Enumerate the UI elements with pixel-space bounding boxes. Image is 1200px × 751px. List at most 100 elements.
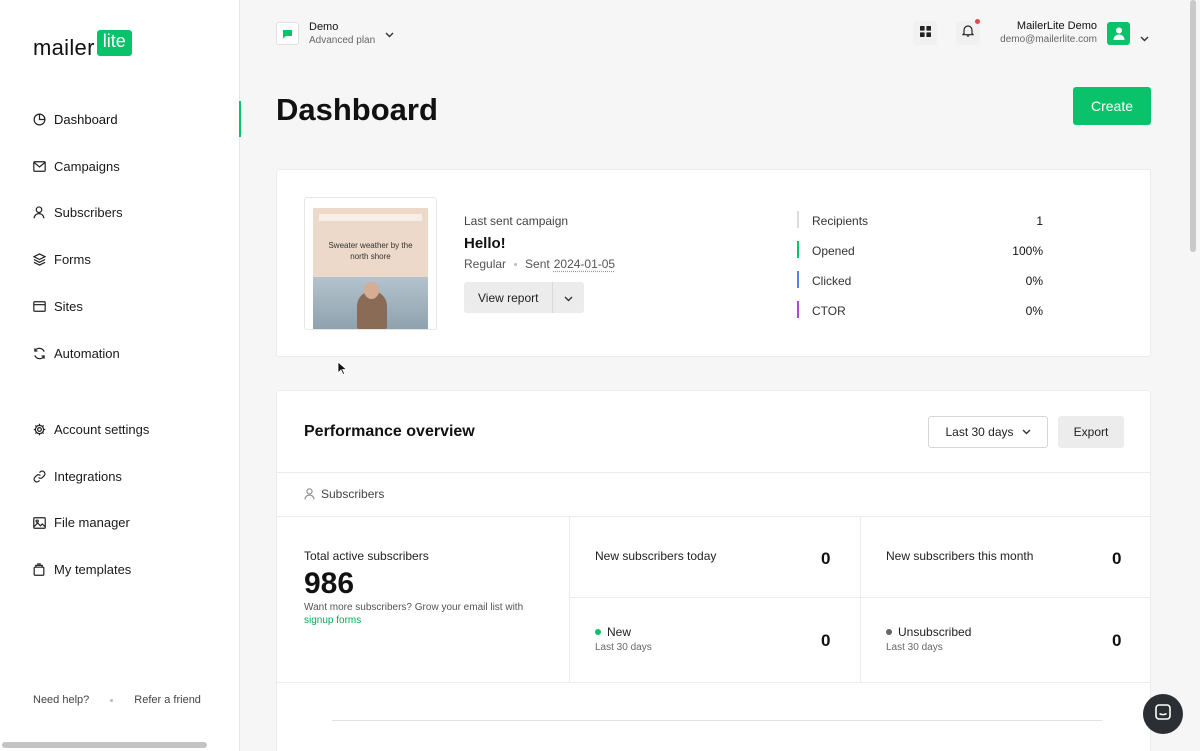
total-subscribers-label: Total active subscribers (304, 549, 429, 563)
layers-icon (32, 253, 46, 267)
grid-icon (920, 24, 931, 42)
user-name: MailerLite Demo (1000, 20, 1097, 32)
column-divider (860, 517, 861, 682)
sidebar-item-sites[interactable]: Sites (0, 283, 240, 330)
hint-text: Want more subscribers? Grow your email l… (304, 602, 523, 613)
new-month-value: 0 (1112, 549, 1121, 569)
sidebar-item-forms[interactable]: Forms (0, 236, 240, 283)
sidebar-item-label: Account settings (54, 422, 149, 437)
campaign-stats: Recipients 1 Opened 100% Clicked 0% CTOR… (797, 206, 1043, 326)
vertical-scrollbar[interactable] (1190, 0, 1196, 252)
view-report-button[interactable]: View report (464, 282, 552, 313)
new-value: 0 (821, 631, 830, 651)
stat-clicked: Clicked 0% (797, 266, 1043, 296)
sidebar-footer: Need help? Refer a friend (33, 694, 201, 706)
sidebar-item-integrations[interactable]: Integrations (0, 453, 240, 500)
refresh-icon (32, 346, 46, 360)
campaign-type: Regular (464, 257, 506, 271)
signup-forms-link[interactable]: signup forms (304, 615, 361, 626)
avatar[interactable] (1107, 22, 1130, 45)
stat-name: Opened (812, 244, 855, 258)
account-switcher[interactable]: Demo Advanced plan (276, 21, 394, 46)
horizontal-scrollbar[interactable] (2, 742, 207, 748)
performance-overview-card: Performance overview Last 30 days Export… (276, 390, 1151, 751)
sidebar-item-my-templates[interactable]: My templates (0, 546, 240, 593)
date-range-value: Last 30 days (945, 425, 1013, 439)
new-today-label: New subscribers today (595, 549, 716, 563)
total-subscribers-value: 986 (304, 567, 354, 601)
notification-dot (975, 19, 980, 24)
primary-nav: Dashboard Campaigns Subscribers Forms Si… (0, 96, 240, 377)
view-report-group: View report (464, 282, 584, 313)
footer-separator (110, 699, 113, 702)
new-status-dot (595, 629, 601, 635)
stat-color-bar (797, 271, 799, 288)
sidebar-item-subscribers[interactable]: Subscribers (0, 190, 240, 237)
campaign-thumbnail[interactable]: Sweater weather by the north shore (304, 197, 437, 330)
stat-name: CTOR (812, 304, 846, 318)
stat-color-bar (797, 301, 799, 318)
sidebar-item-file-manager[interactable]: File manager (0, 500, 240, 547)
thumbnail-person-head (364, 282, 379, 299)
sidebar-item-label: Integrations (54, 469, 122, 484)
sidebar-item-account-settings[interactable]: Account settings (0, 406, 240, 453)
stat-ctor: CTOR 0% (797, 296, 1043, 326)
stat-value: 100% (1012, 244, 1043, 258)
stat-color-bar (797, 211, 799, 228)
mouse-cursor (337, 361, 347, 380)
refer-friend-link[interactable]: Refer a friend (134, 694, 201, 706)
link-icon (32, 469, 46, 483)
tab-subscribers[interactable]: Subscribers (304, 487, 384, 501)
chat-icon (1154, 703, 1172, 726)
logo-badge: lite (97, 30, 132, 56)
campaign-meta: Regular Sent 2024-01-05 (464, 257, 615, 271)
mailerlite-logo[interactable]: mailer lite (33, 35, 132, 61)
stat-name: Recipients (812, 214, 868, 228)
gear-icon (32, 422, 46, 436)
dashboard-icon (32, 112, 46, 126)
template-icon (32, 563, 46, 577)
sidebar-item-automation[interactable]: Automation (0, 330, 240, 377)
tab-label: Subscribers (321, 487, 384, 501)
sidebar-item-label: Campaigns (54, 159, 120, 174)
last-sent-label: Last sent campaign (464, 214, 568, 228)
unsubscribed-period: Last 30 days (886, 642, 943, 653)
export-button[interactable]: Export (1058, 416, 1124, 448)
notifications-button[interactable] (956, 21, 980, 45)
date-range-select[interactable]: Last 30 days (928, 416, 1048, 448)
need-help-link[interactable]: Need help? (33, 694, 89, 706)
sidebar-item-campaigns[interactable]: Campaigns (0, 143, 240, 190)
divider (277, 472, 1150, 473)
unsubscribed-value: 0 (1112, 631, 1121, 651)
logo-text: mailer (33, 35, 95, 61)
sidebar-item-label: File manager (54, 515, 130, 530)
account-flag-icon (276, 22, 299, 45)
sidebar-item-dashboard[interactable]: Dashboard (0, 96, 240, 143)
new-label-text: New (607, 625, 631, 639)
stat-value: 0% (1026, 274, 1043, 288)
create-button[interactable]: Create (1073, 87, 1151, 125)
divider (570, 597, 1150, 598)
view-report-dropdown[interactable] (552, 282, 584, 313)
sidebar-item-label: My templates (54, 562, 131, 577)
chevron-down-icon (564, 289, 573, 307)
apps-grid-button[interactable] (913, 21, 937, 45)
chart-baseline (332, 720, 1102, 721)
chevron-down-icon[interactable] (1140, 29, 1149, 47)
image-icon (32, 516, 46, 530)
new-label: New (595, 625, 631, 639)
browser-icon (32, 300, 46, 314)
last-campaign-card: Sweater weather by the north shore Last … (276, 169, 1151, 357)
campaign-name[interactable]: Hello! (464, 235, 506, 252)
stat-color-bar (797, 241, 799, 258)
new-month-label: New subscribers this month (886, 549, 1033, 563)
user-menu[interactable]: MailerLite Demo demo@mailerlite.com (1000, 20, 1097, 45)
stat-opened: Opened 100% (797, 236, 1043, 266)
sidebar-item-label: Subscribers (54, 205, 123, 220)
page-title: Dashboard (276, 92, 438, 128)
unsubscribed-label-text: Unsubscribed (898, 625, 971, 639)
divider (277, 516, 1150, 517)
thumbnail-preview: Sweater weather by the north shore (313, 208, 428, 329)
chat-button[interactable] (1143, 694, 1183, 734)
user-icon (304, 488, 315, 500)
